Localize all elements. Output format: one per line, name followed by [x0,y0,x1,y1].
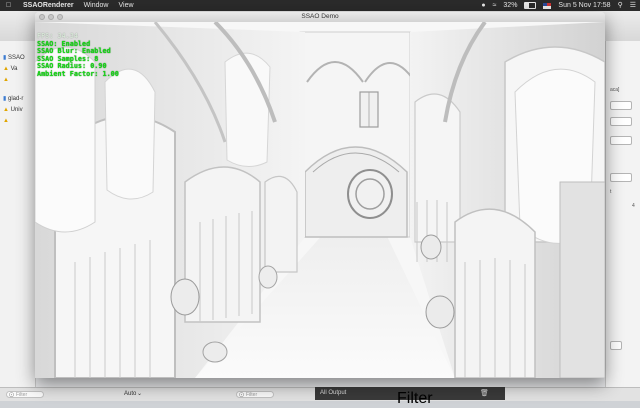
console-filter-input[interactable]: Filter [397,390,433,408]
nav-row-warning-item[interactable]: ▲ [0,75,35,86]
inspector-popup[interactable] [610,101,632,110]
console-bar: All Output Filter 🗑 [315,387,505,407]
inspector-popup[interactable] [610,117,632,126]
chevron-down-icon[interactable]: ⌄ [137,388,142,401]
nav-label: glad-r [7,96,24,102]
notification-center-icon[interactable]: ☰ [630,0,636,11]
nav-label: Va [10,66,18,72]
stats-overlay: FPS: 34.34 SSAO: Enabled SSAO Blur: Enab… [37,32,119,79]
inspector-stepper[interactable] [610,173,632,182]
window-title: SSAO Demo [301,13,339,20]
nav-row-glad[interactable]: ▮ glad-r [0,94,35,105]
battery-icon[interactable] [524,2,537,9]
ambient-factor-readout: Ambient Factor: 1.00 [37,69,119,78]
battery-percent[interactable]: 32% [503,0,517,11]
render-viewport[interactable]: FPS: 34.34 SSAO: Enabled SSAO Blur: Enab… [35,22,605,378]
project-navigator: ▮ SSAO ▲ Va ▲ ▮ glad-r ▲ Univ ▲ [0,41,36,387]
minimize-window-icon[interactable] [48,14,54,20]
inspector-text: aca] [610,87,620,93]
nav-label: SSAO [7,55,25,61]
nav-label: Univ [10,107,23,113]
project-icon: ▮ [3,55,7,61]
status-item-icon[interactable]: ● [481,0,485,11]
inspector-popup[interactable] [610,136,632,145]
spotlight-icon[interactable]: ⚲ [618,0,623,11]
inspector-panel: aca] t 4 [605,41,640,387]
menu-window[interactable]: Window [84,0,109,11]
ssao-demo-window: SSAO Demo FPS: 34.34 SSAO: Enabled SSAO … [35,12,605,378]
nav-row-warnings[interactable]: ▲ Va [0,64,35,75]
warning-icon: ▲ [3,107,9,113]
nav-row-project[interactable]: ▮ SSAO [0,53,35,64]
input-source-flag-icon[interactable] [543,2,552,9]
scheme-selector[interactable]: Auto [124,388,136,401]
variables-filter-input[interactable]: Filter [236,391,274,399]
zoom-window-icon[interactable] [57,14,63,20]
menu-clock[interactable]: Sun 5 Nov 17:58 [558,0,610,11]
output-selector[interactable]: All Output [320,387,346,400]
wifi-icon[interactable]: ≈ [493,0,497,11]
inspector-control[interactable] [610,341,622,350]
menu-view[interactable]: View [118,0,133,11]
close-window-icon[interactable] [39,14,45,20]
navigator-filter-input[interactable]: Filter [6,391,44,399]
warning-icon: ▲ [3,118,9,124]
ssao-render-image [35,22,605,378]
menu-app-name[interactable]: SSAORenderer [23,0,74,11]
trash-icon[interactable]: 🗑 [480,387,489,400]
warning-icon: ▲ [3,77,9,83]
project-icon: ▮ [3,96,7,102]
menu-extras: ● ≈ 32% Sun 5 Nov 17:58 ⚲ ☰ [474,0,636,11]
inspector-value: 4 [632,203,635,209]
warning-icon: ▲ [3,66,9,72]
nav-row-warning-item[interactable]: ▲ [0,116,35,127]
menu-bar:  SSAORenderer Window View ● ≈ 32% Sun 5… [0,0,640,11]
apple-menu-icon[interactable]:  [4,0,13,11]
inspector-text: t [610,189,612,195]
nav-row-univ[interactable]: ▲ Univ [0,105,35,116]
